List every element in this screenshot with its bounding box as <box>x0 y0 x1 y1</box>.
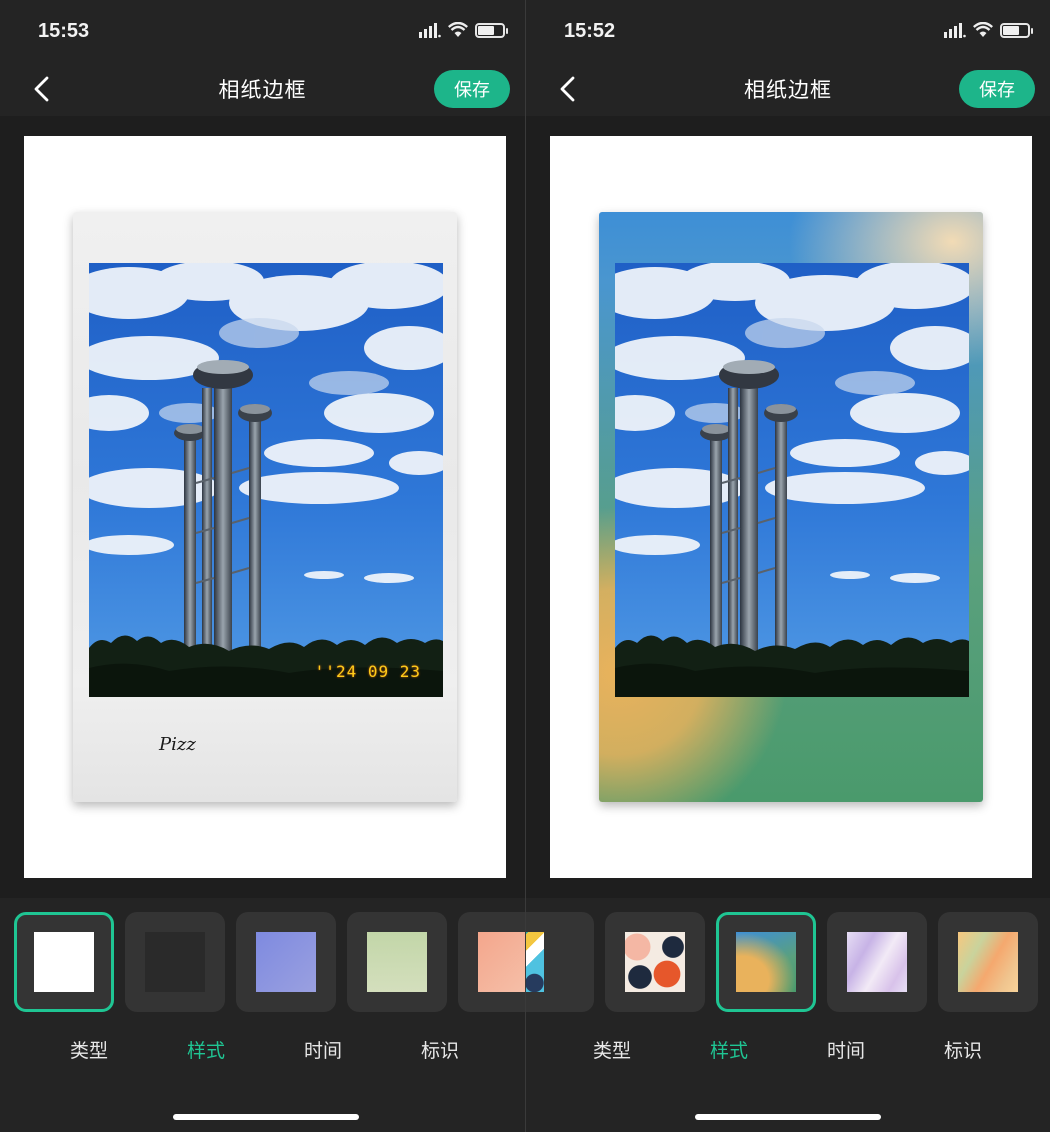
preview-canvas <box>550 136 1032 878</box>
tab-badge[interactable]: 标识 <box>410 1036 470 1063</box>
swatch-gradient-blue-green <box>736 932 796 992</box>
style-swatch-sage[interactable] <box>347 912 447 1012</box>
swatch-periwinkle <box>256 932 316 992</box>
photo <box>615 263 969 697</box>
signature-text: Pizz <box>159 734 196 755</box>
style-swatch-dark[interactable] <box>125 912 225 1012</box>
status-time: 15:53 <box>38 20 90 42</box>
style-swatch-abstract-pattern[interactable] <box>605 912 705 1012</box>
save-button[interactable]: 保存 <box>434 70 510 108</box>
style-thumbnail-strip <box>0 912 525 1012</box>
photo: ''24 09 23 <box>89 263 443 697</box>
nav-bar: 相纸边框 保存 <box>526 62 1050 116</box>
status-bar: 15:53 <box>0 0 525 62</box>
save-button[interactable]: 保存 <box>959 70 1035 108</box>
swatch-pastel-orange <box>958 932 1018 992</box>
preview-canvas: ''24 09 23 Pizz <box>24 136 506 878</box>
tab-style[interactable]: 样式 <box>699 1036 759 1063</box>
status-icons <box>944 22 1033 38</box>
preview-area: ''24 09 23 Pizz <box>0 116 525 898</box>
swatch-pastel-lilac <box>847 932 907 992</box>
home-indicator <box>173 1114 359 1120</box>
phone-screen-left: 15:53 相纸边框 保存 ''24 09 23 Pizz 类型 样式 时间 标… <box>0 0 525 1132</box>
style-swatch-pastel-orange[interactable] <box>938 912 1038 1012</box>
tab-type[interactable]: 类型 <box>582 1036 642 1063</box>
tab-badge[interactable]: 标识 <box>933 1036 993 1063</box>
swatch-sage <box>367 932 427 992</box>
tab-time[interactable]: 时间 <box>293 1036 353 1063</box>
home-indicator <box>695 1114 881 1120</box>
swatch-abstract-teal <box>526 932 544 992</box>
wifi-icon <box>973 22 993 37</box>
phone-screen-right: 15:52 相纸边框 保存 类型 样式 时间 标识 <box>526 0 1050 1132</box>
date-stamp: ''24 09 23 <box>314 662 421 681</box>
status-bar: 15:52 <box>526 0 1050 62</box>
style-swatch-periwinkle[interactable] <box>236 912 336 1012</box>
style-swatch-gradient[interactable] <box>716 912 816 1012</box>
tab-style[interactable]: 样式 <box>176 1036 236 1063</box>
style-thumbnail-strip <box>526 912 1050 1012</box>
signal-icon <box>944 23 966 38</box>
preview-area <box>526 116 1050 898</box>
style-swatch-pastel-lilac[interactable] <box>827 912 927 1012</box>
style-swatch-peach[interactable] <box>458 912 525 1012</box>
bottom-tab-bar: 类型 样式 时间 标识 <box>526 1036 1050 1066</box>
tab-type[interactable]: 类型 <box>59 1036 119 1063</box>
status-icons <box>419 22 508 38</box>
style-swatch-white[interactable] <box>14 912 114 1012</box>
tab-time[interactable]: 时间 <box>816 1036 876 1063</box>
style-swatch-abstract-teal[interactable] <box>526 912 594 1012</box>
battery-icon <box>1000 22 1033 38</box>
battery-icon <box>475 22 508 38</box>
swatch-abstract-pattern <box>625 932 685 992</box>
signal-icon <box>419 23 441 38</box>
instant-photo-frame <box>599 212 983 802</box>
status-time: 15:52 <box>564 20 616 42</box>
swatch-white <box>34 932 94 992</box>
nav-bar: 相纸边框 保存 <box>0 62 525 116</box>
swatch-peach <box>478 932 525 992</box>
bottom-tab-bar: 类型 样式 时间 标识 <box>0 1036 525 1066</box>
swatch-dark <box>145 932 205 992</box>
instant-photo-frame: ''24 09 23 Pizz <box>73 212 457 802</box>
wifi-icon <box>448 22 468 37</box>
